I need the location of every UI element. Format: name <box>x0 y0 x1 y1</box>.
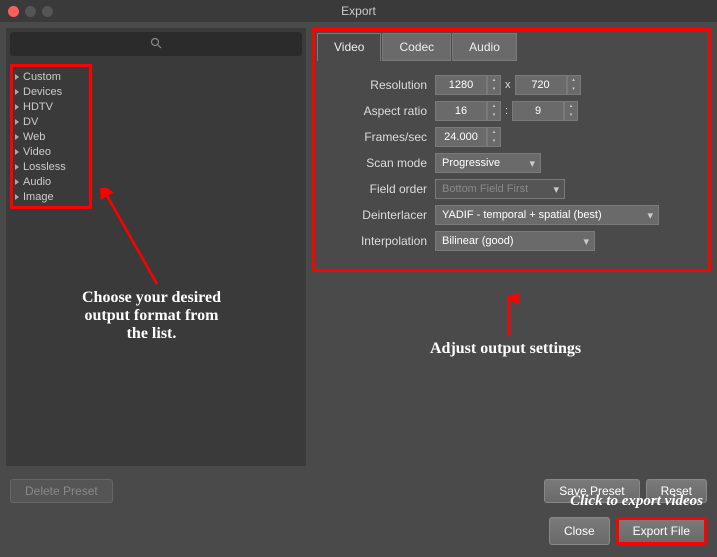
interpolation-label: Interpolation <box>327 234 427 248</box>
preset-item-video[interactable]: Video <box>15 144 87 159</box>
reset-button[interactable]: Reset <box>646 479 707 503</box>
resolution-height-spinner[interactable]: ▴▾ <box>567 75 581 95</box>
window-title: Export <box>341 4 376 18</box>
fps-spinner[interactable]: ▴▾ <box>487 127 501 147</box>
preset-item-audio[interactable]: Audio <box>15 174 87 189</box>
tabs: Video Codec Audio <box>317 33 706 61</box>
chevron-right-icon <box>15 89 19 95</box>
scanmode-dropdown[interactable]: Progressive <box>435 153 541 173</box>
chevron-right-icon <box>15 74 19 80</box>
chevron-right-icon <box>15 134 19 140</box>
aspect-height-spinner[interactable]: ▴▾ <box>564 101 578 121</box>
aspect-label: Aspect ratio <box>327 104 427 118</box>
preset-item-lossless[interactable]: Lossless <box>15 159 87 174</box>
fieldorder-dropdown: Bottom Field First <box>435 179 565 199</box>
close-button[interactable]: Close <box>549 517 610 545</box>
interpolation-dropdown[interactable]: Bilinear (good) <box>435 231 595 251</box>
fps-label: Frames/sec <box>327 130 427 144</box>
aspect-height-input[interactable] <box>512 101 564 121</box>
preset-item-web[interactable]: Web <box>15 129 87 144</box>
maximize-window-button[interactable] <box>42 6 53 17</box>
save-preset-button[interactable]: Save Preset <box>544 479 639 503</box>
aspect-width-input[interactable] <box>435 101 487 121</box>
scanmode-label: Scan mode <box>327 156 427 170</box>
preset-item-hdtv[interactable]: HDTV <box>15 99 87 114</box>
tab-video[interactable]: Video <box>317 33 381 61</box>
deinterlacer-label: Deinterlacer <box>327 208 427 222</box>
preset-item-image[interactable]: Image <box>15 189 87 204</box>
delete-preset-button: Delete Preset <box>10 479 113 503</box>
chevron-right-icon <box>15 104 19 110</box>
chevron-right-icon <box>15 179 19 185</box>
resolution-width-input[interactable] <box>435 75 487 95</box>
preset-item-dv[interactable]: DV <box>15 114 87 129</box>
resolution-height-input[interactable] <box>515 75 567 95</box>
fps-input[interactable] <box>435 127 487 147</box>
chevron-right-icon <box>15 149 19 155</box>
minimize-window-button[interactable] <box>25 6 36 17</box>
tab-audio[interactable]: Audio <box>452 33 517 61</box>
aspect-width-spinner[interactable]: ▴▾ <box>487 101 501 121</box>
settings-panel: Video Codec Audio Resolution ▴▾ x ▴▾ Asp… <box>312 28 711 272</box>
deinterlacer-dropdown[interactable]: YADIF - temporal + spatial (best) <box>435 205 659 225</box>
tab-codec[interactable]: Codec <box>382 33 451 61</box>
preset-panel: Custom Devices HDTV DV Web Video Lossles… <box>6 28 306 466</box>
search-input[interactable] <box>10 32 302 56</box>
close-window-button[interactable] <box>8 6 19 17</box>
preset-item-custom[interactable]: Custom <box>15 69 87 84</box>
preset-item-devices[interactable]: Devices <box>15 84 87 99</box>
export-file-button[interactable]: Export File <box>616 517 707 545</box>
resolution-width-spinner[interactable]: ▴▾ <box>487 75 501 95</box>
resolution-label: Resolution <box>327 78 427 92</box>
chevron-right-icon <box>15 164 19 170</box>
chevron-right-icon <box>15 194 19 200</box>
search-icon <box>150 37 162 52</box>
preset-list: Custom Devices HDTV DV Web Video Lossles… <box>10 64 92 209</box>
chevron-right-icon <box>15 119 19 125</box>
fieldorder-label: Field order <box>327 182 427 196</box>
titlebar: Export <box>0 0 717 22</box>
